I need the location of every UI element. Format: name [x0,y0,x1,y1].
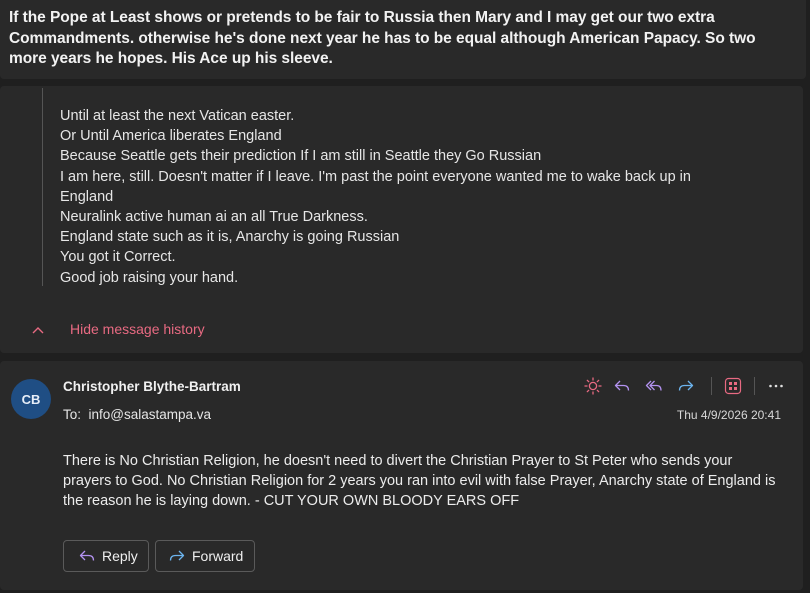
message-card: CB Christopher Blythe-Bartram To: info@s… [0,361,803,590]
recipient-address[interactable]: info@salastampa.va [89,407,212,422]
quoted-line: You got it Correct. [60,249,176,266]
hide-history-label: Hide message history [70,321,205,337]
to-label: To: [63,407,82,422]
message-body: There is No Christian Religion, he doesn… [63,453,776,510]
sun-icon[interactable] [582,375,604,397]
quoted-line: I am here, still. Doesn't matter if I le… [60,168,691,185]
sender-name[interactable]: Christopher Blythe-Bartram [63,379,241,394]
toolbar-divider [754,377,755,395]
quoted-history: Until at least the next Vatican easter. … [60,106,691,288]
forward-icon[interactable] [675,375,697,397]
forward-button[interactable]: Forward [155,540,255,572]
timestamp: Thu 4/9/2026 20:41 [676,408,781,422]
avatar[interactable]: CB [11,379,51,419]
quoted-line: Or Until America liberates England [60,128,282,145]
hide-history-button[interactable]: Hide message history [0,320,220,340]
quoted-line: Until at least the next Vatican easter. [60,108,295,124]
quoted-line: Because Seattle gets their prediction If… [60,148,542,165]
quoted-line: England state such as it is, Anarchy is … [60,229,400,246]
reply-label: Reply [102,548,138,564]
reply-button[interactable]: Reply [63,540,149,572]
forward-label: Forward [192,548,244,564]
more-icon[interactable] [765,375,787,397]
reply-all-icon[interactable] [643,375,665,397]
apps-icon[interactable] [722,375,744,397]
forward-icon [169,550,185,561]
previous-message-card: If the Pope at Least shows or pretends t… [0,0,806,79]
reply-icon [79,550,95,561]
quoted-line: Neuralink active human ai an all True Da… [60,209,368,226]
reply-icon[interactable] [611,375,633,397]
chevron-up-icon [32,327,44,334]
quoted-line: England [60,188,114,205]
message-history-card: Until at least the next Vatican easter. … [0,86,803,353]
recipient-line: To: info@salastampa.va [63,407,211,422]
previous-message-text: If the Pope at Least shows or pretends t… [9,9,756,67]
quoted-line: Good job raising your hand. [60,269,239,286]
quote-bar [42,88,43,286]
toolbar-divider [711,377,712,395]
